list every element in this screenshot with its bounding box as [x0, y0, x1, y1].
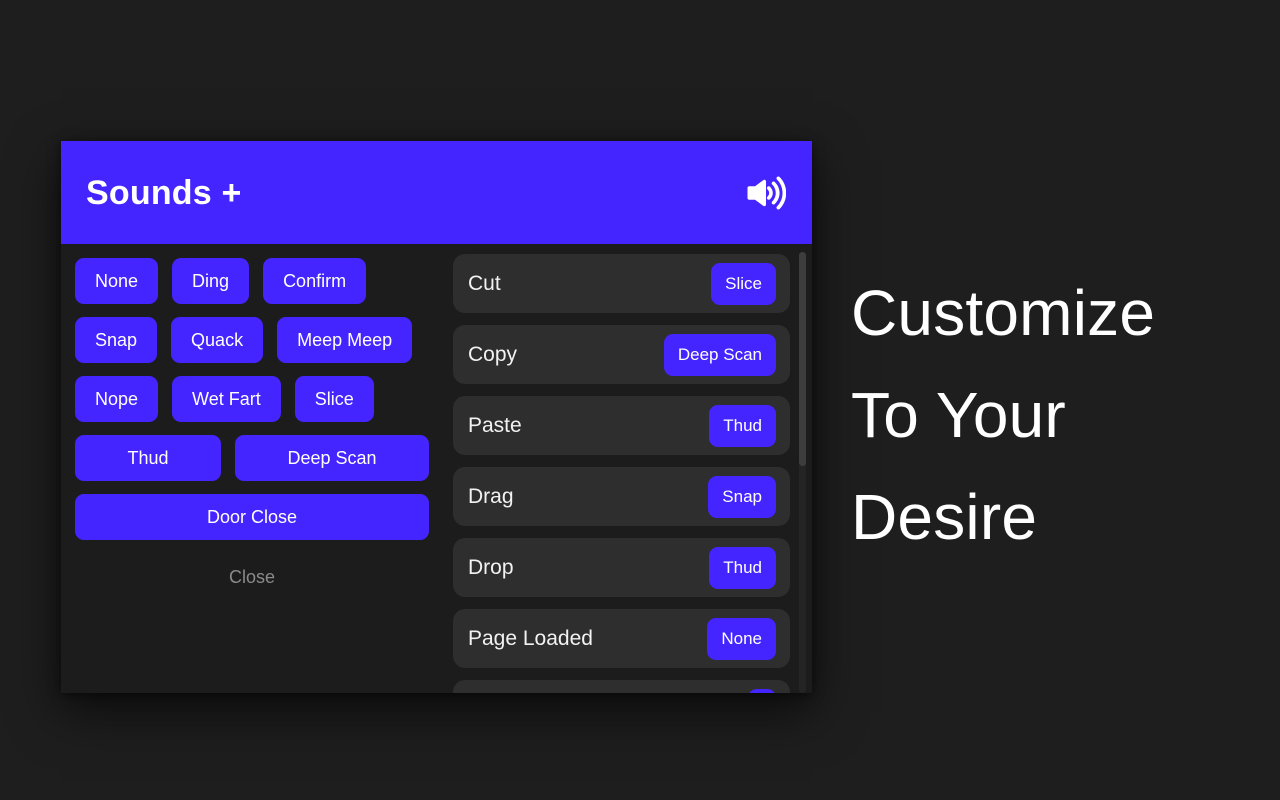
- dialog-body: None Ding Confirm Snap Quack Meep Meep N…: [61, 244, 812, 693]
- table-row[interactable]: Page Loaded None: [453, 609, 790, 668]
- sound-chip-row: Nope Wet Fart Slice: [75, 376, 429, 422]
- event-mapping-pane: Cut Slice Copy Deep Scan Paste Thud Drag…: [447, 244, 812, 693]
- page-title: Customize To Your Desire: [851, 262, 1251, 568]
- table-row[interactable]: Drag Snap: [453, 467, 790, 526]
- close-button[interactable]: Close: [75, 567, 429, 588]
- sound-chip-row: Thud Deep Scan: [75, 435, 429, 481]
- assigned-sound-badge[interactable]: Snap: [708, 475, 776, 518]
- sound-chip-row: Door Close: [75, 494, 429, 540]
- table-row[interactable]: Copy Deep Scan: [453, 325, 790, 384]
- table-row[interactable]: Drop Thud: [453, 538, 790, 597]
- sound-chip-snap[interactable]: Snap: [75, 317, 158, 363]
- event-label: Drag: [468, 485, 514, 508]
- event-label: Cut: [468, 272, 501, 295]
- screen: Sounds + None Ding Confirm Snap Quack Me…: [0, 0, 1280, 800]
- sounds-settings-dialog: Sounds + None Ding Confirm Snap Quack Me…: [61, 141, 812, 693]
- assigned-sound-badge[interactable]: Deep Scan: [663, 333, 776, 376]
- sound-chip-nope[interactable]: Nope: [75, 376, 159, 422]
- sound-chip-row: Snap Quack Meep Meep: [75, 317, 429, 363]
- event-label: Paste: [468, 414, 522, 437]
- headline-line-2: To Your: [851, 379, 1066, 451]
- event-label: Copy: [468, 343, 518, 366]
- sound-picker-pane: None Ding Confirm Snap Quack Meep Meep N…: [61, 244, 447, 693]
- list-scrollbar-thumb[interactable]: [799, 252, 806, 466]
- dialog-title: Sounds +: [86, 173, 242, 212]
- assigned-sound-badge[interactable]: None: [707, 617, 776, 660]
- sound-chip-none[interactable]: None: [75, 258, 159, 304]
- table-row[interactable]: Paste Thud: [453, 396, 790, 455]
- table-row[interactable]: Cut Slice: [453, 254, 790, 313]
- speaker-volume-icon[interactable]: [742, 171, 787, 215]
- sound-chip-thud[interactable]: Thud: [75, 435, 221, 481]
- list-scrollbar[interactable]: [799, 252, 806, 693]
- event-label: Drop: [468, 556, 514, 579]
- sound-chip-slice[interactable]: Slice: [294, 376, 374, 422]
- sound-chip-confirm[interactable]: Confirm: [263, 258, 367, 304]
- event-label: Page Loaded: [468, 627, 593, 650]
- assigned-sound-badge[interactable]: Thud: [709, 404, 776, 447]
- sound-chip-wet-fart[interactable]: Wet Fart: [172, 376, 281, 422]
- sound-chip-meep-meep[interactable]: Meep Meep: [277, 317, 413, 363]
- headline-line-1: Customize: [851, 277, 1156, 349]
- sound-chip-quack[interactable]: Quack: [171, 317, 264, 363]
- assigned-sound-badge[interactable]: [748, 688, 776, 693]
- assigned-sound-badge[interactable]: Slice: [711, 262, 776, 305]
- sound-chip-door-close[interactable]: Door Close: [75, 494, 429, 540]
- table-row-partial[interactable]: [453, 680, 790, 693]
- dialog-header: Sounds +: [61, 141, 812, 244]
- sound-chip-row: None Ding Confirm: [75, 258, 429, 304]
- headline-line-3: Desire: [851, 481, 1038, 553]
- sound-chip-deep-scan[interactable]: Deep Scan: [234, 435, 429, 481]
- sound-chip-ding[interactable]: Ding: [172, 258, 250, 304]
- event-mapping-list[interactable]: Cut Slice Copy Deep Scan Paste Thud Drag…: [447, 254, 812, 693]
- assigned-sound-badge[interactable]: Thud: [709, 546, 776, 589]
